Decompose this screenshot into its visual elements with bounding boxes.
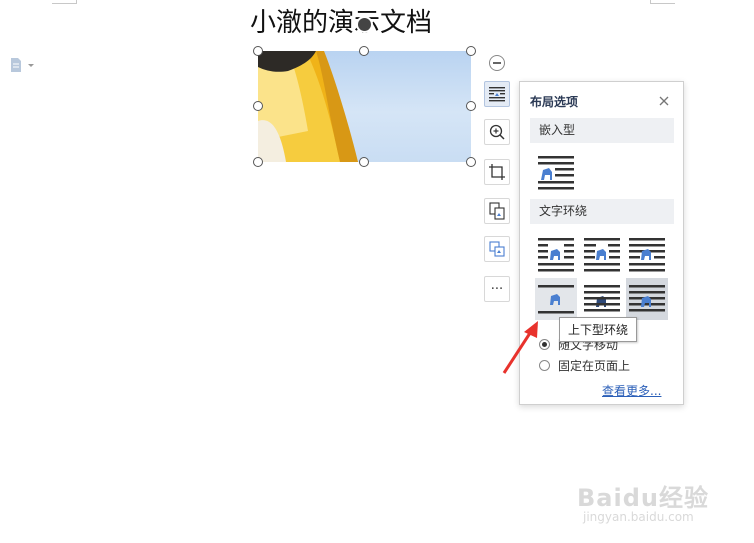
wrap-behind-text-button[interactable] xyxy=(581,278,623,320)
collapse-toolbar-icon[interactable] xyxy=(489,55,505,71)
wrap-square-button[interactable] xyxy=(535,233,577,275)
wrap-text-icon xyxy=(489,87,505,102)
radio-fix-on-page-label: 固定在页面上 xyxy=(558,359,631,373)
watermark-text: Baidu经验 xyxy=(577,484,709,512)
resize-handle-right[interactable] xyxy=(466,101,476,111)
wrap-in-front-button[interactable] xyxy=(626,278,668,320)
resize-handle-left[interactable] xyxy=(253,101,263,111)
watermark-url: jingyan.baidu.com xyxy=(583,510,694,524)
wrap-inline-icon xyxy=(538,156,574,190)
layout-options-button[interactable] xyxy=(484,81,510,107)
wrap-inline-button[interactable] xyxy=(535,151,577,193)
resize-handle-top-left[interactable] xyxy=(253,46,263,56)
wrap-tooltip: 上下型环绕 xyxy=(559,317,638,342)
wrap-top-bottom-button[interactable] xyxy=(535,278,577,320)
more-button[interactable]: ··· xyxy=(484,276,510,302)
wrap-through-icon xyxy=(629,238,665,272)
crop-icon xyxy=(489,164,505,180)
image-convert-icon xyxy=(489,202,505,220)
rotate-handle[interactable] xyxy=(356,16,373,33)
zoom-button[interactable] xyxy=(484,119,510,145)
inline-section-header: 嵌入型 xyxy=(530,118,674,143)
resize-handle-top[interactable] xyxy=(359,46,369,56)
close-icon[interactable] xyxy=(657,93,671,107)
replace-image-icon xyxy=(489,241,505,257)
wrap-square-icon xyxy=(538,238,574,272)
baidu-watermark: Baidu经验 jingyan.baidu.com xyxy=(577,478,717,530)
crop-button[interactable] xyxy=(484,159,510,185)
radio-fix-on-page[interactable]: 固定在页面上 xyxy=(539,357,630,374)
replace-image-button[interactable] xyxy=(484,236,510,262)
document-title[interactable]: 小澈的演示文档 xyxy=(250,6,432,40)
wrap-behind-icon xyxy=(584,285,620,312)
resize-handle-top-right[interactable] xyxy=(466,46,476,56)
wrap-through-button[interactable] xyxy=(626,233,668,275)
wrap-in-front-icon xyxy=(629,285,665,312)
wrap-section-header: 文字环绕 xyxy=(530,199,674,224)
zoom-in-icon xyxy=(489,124,505,140)
resize-handle-bottom[interactable] xyxy=(359,157,369,167)
wrap-tight-icon xyxy=(584,238,620,272)
image-to-text-button[interactable] xyxy=(484,198,510,224)
selected-image[interactable] xyxy=(258,51,471,162)
resize-handle-bottom-left[interactable] xyxy=(253,157,263,167)
page-corner-right xyxy=(650,0,675,4)
see-more-link[interactable]: 查看更多... xyxy=(602,382,661,399)
wrap-tight-button[interactable] xyxy=(581,233,623,275)
more-icon: ··· xyxy=(490,281,504,297)
page-corner-left xyxy=(52,0,77,4)
document-nav-icon[interactable] xyxy=(8,57,38,73)
annotation-arrow-icon xyxy=(498,318,548,378)
wrap-top-bottom-icon xyxy=(538,285,574,314)
resize-handle-bottom-right[interactable] xyxy=(466,157,476,167)
panel-title: 布局选项 xyxy=(530,95,579,109)
